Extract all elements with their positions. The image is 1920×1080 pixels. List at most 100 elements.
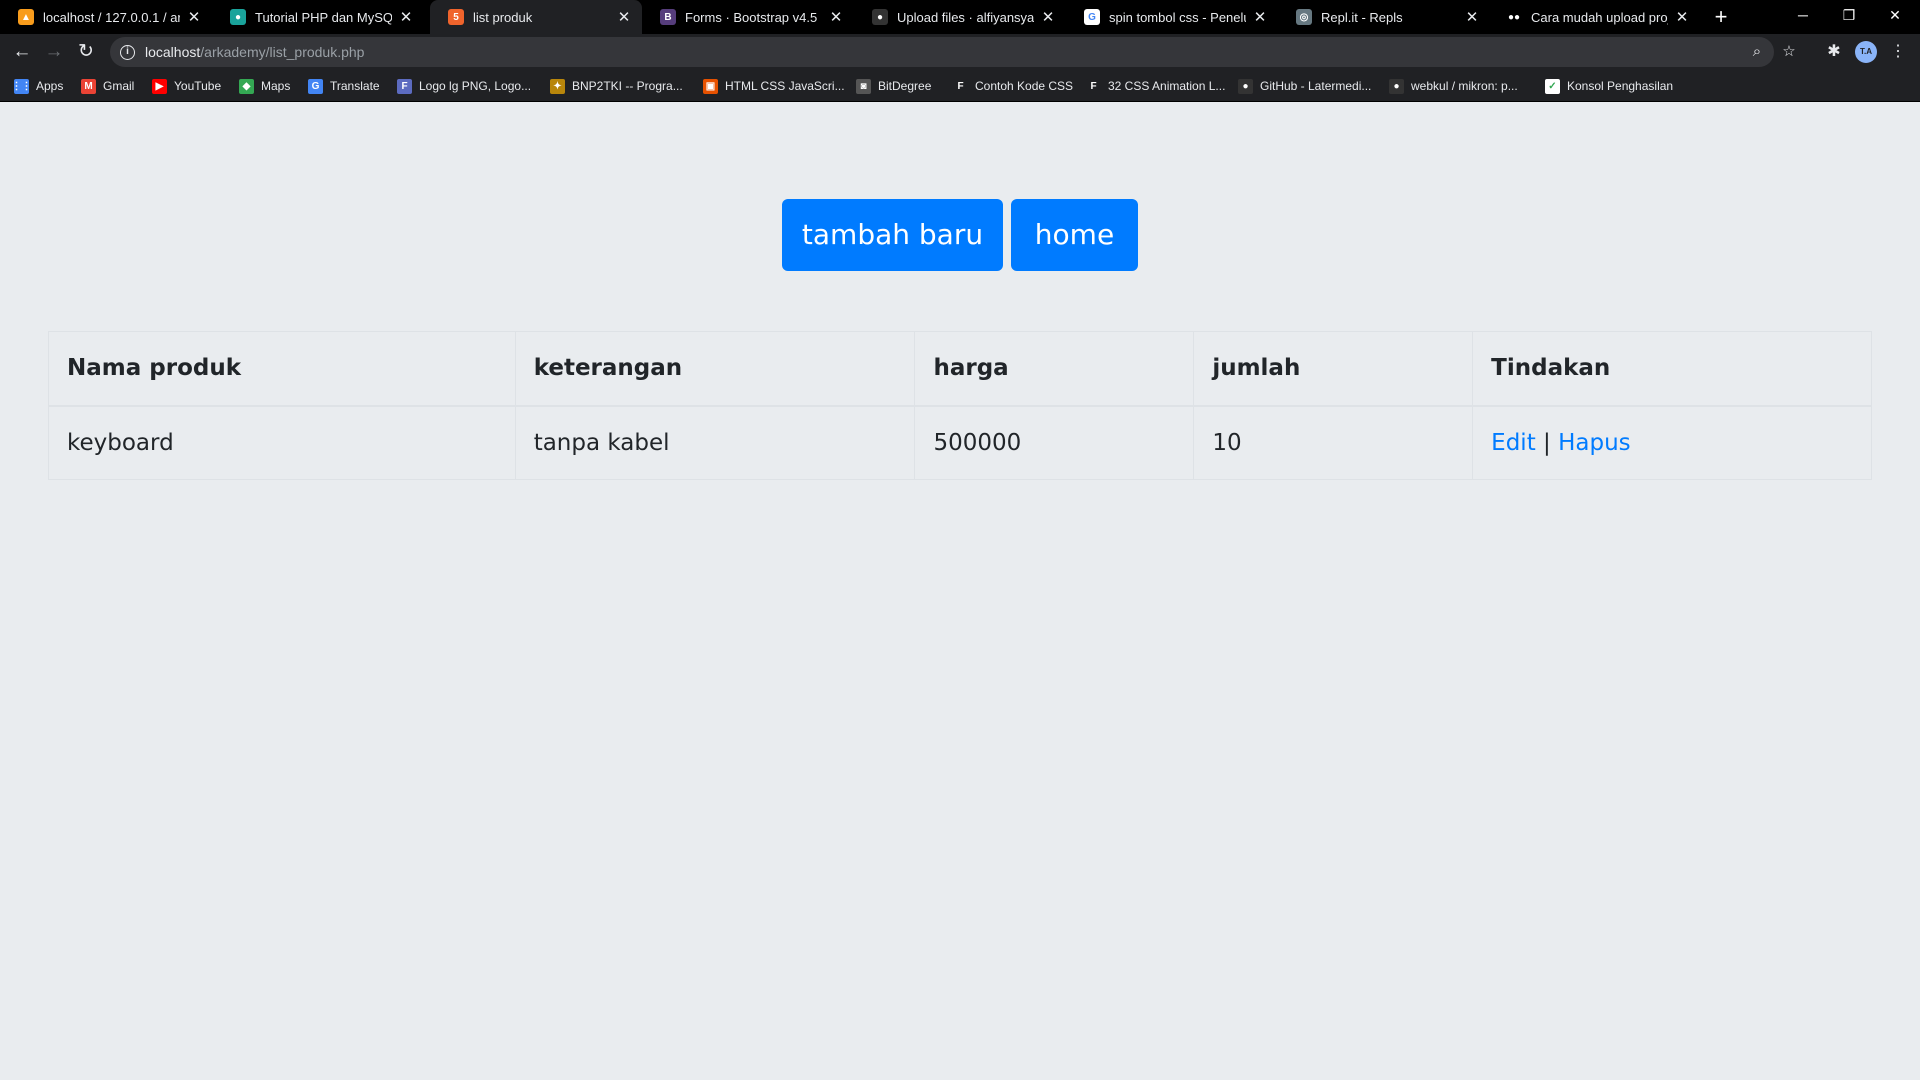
- tab-close-icon[interactable]: ✕: [616, 8, 632, 26]
- bookmark-item[interactable]: ⋮⋮ Apps: [11, 77, 63, 95]
- bookmark-favicon-icon: ●: [1389, 78, 1404, 94]
- restore-button[interactable]: ❐: [1826, 0, 1872, 30]
- header-nama-produk: Nama produk: [48, 331, 516, 407]
- bookmark-favicon-icon: ⋮⋮: [11, 78, 32, 94]
- tab-close-icon[interactable]: ✕: [1674, 8, 1690, 26]
- tab-close-icon[interactable]: ✕: [1040, 8, 1056, 26]
- tab-title: list produk: [473, 9, 533, 25]
- tab-favicon-icon: B: [660, 9, 676, 25]
- tab-title: Forms · Bootstrap v4.5: [685, 9, 818, 25]
- browser-tab[interactable]: ▲ localhost / 127.0.0.1 / arkad ✕: [0, 0, 212, 34]
- tab-favicon-icon: ●: [230, 9, 246, 25]
- add-new-button[interactable]: tambah baru: [782, 199, 1003, 271]
- cell-nama: keyboard: [48, 405, 516, 480]
- tab-title: Upload files · alfiyansyahhh: [897, 9, 1034, 25]
- bookmark-label: 32 CSS Animation L...: [1108, 79, 1226, 93]
- bookmark-label: BitDegree: [878, 79, 932, 93]
- address-bar[interactable]: i localhost/arkademy/list_produk.php ⌕ ☆: [110, 37, 1796, 67]
- bookmark-favicon-icon: F: [1086, 78, 1101, 94]
- extensions-puzzle-icon[interactable]: ✱: [1822, 40, 1846, 64]
- bookmark-favicon-icon: ▣: [703, 78, 718, 94]
- browser-tab[interactable]: ● Tutorial PHP dan MySQL: M ✕: [212, 0, 424, 34]
- edit-link[interactable]: Edit: [1491, 430, 1536, 456]
- bookmark-item[interactable]: ◙ BitDegree: [856, 77, 931, 95]
- bookmark-item[interactable]: ▣ HTML CSS JavaScri...: [703, 77, 845, 95]
- tab-title: Cara mudah upload project: [1531, 9, 1668, 25]
- bookmark-item[interactable]: F 32 CSS Animation L...: [1086, 77, 1225, 95]
- browser-tab[interactable]: ◎ Repl.it - Repls ✕: [1278, 0, 1490, 34]
- browser-tab[interactable]: Gspin tombol css - Penelusur ✕: [1066, 0, 1278, 34]
- tab-close-icon[interactable]: ✕: [398, 8, 414, 26]
- tab-favicon-icon: ●: [872, 9, 888, 25]
- tab-title: Tutorial PHP dan MySQL: M: [255, 9, 392, 25]
- tab-close-icon[interactable]: ✕: [1252, 8, 1268, 26]
- header-tindakan: Tindakan: [1472, 331, 1872, 407]
- bookmark-favicon-icon: G: [308, 78, 323, 94]
- hapus-link[interactable]: Hapus: [1558, 430, 1631, 456]
- cell-jumlah: 10: [1193, 405, 1474, 480]
- bookmark-label: Logo lg PNG, Logo...: [419, 79, 532, 93]
- table-row: keyboard tanpa kabel 500000 10 Edit | Ha…: [48, 405, 1872, 480]
- url-path: /arkademy/list_produk.php: [200, 44, 365, 60]
- tab-strip: + ─ ❐ ✕ ▲localhost / 127.0.0.1 / arkad✕●…: [0, 0, 1920, 34]
- zoom-icon[interactable]: ⌕: [1744, 40, 1770, 64]
- browser-tab[interactable]: B Forms · Bootstrap v4.5 ✕: [642, 0, 854, 34]
- forward-button[interactable]: →: [40, 38, 68, 66]
- browser-tab[interactable]: ●● Cara mudah upload project ✕: [1488, 0, 1700, 34]
- home-button[interactable]: home: [1011, 199, 1138, 271]
- bookmark-favicon-icon: F: [397, 78, 412, 94]
- url-text: localhost/arkademy/list_produk.php: [145, 44, 364, 60]
- bookmarks-bar: ⋮⋮ Apps M Gmail ▶ YouTube ◆ Maps G Translate F Logo…: [0, 70, 1920, 102]
- new-tab-button[interactable]: +: [1708, 4, 1734, 30]
- reload-button[interactable]: ↻: [72, 38, 100, 66]
- tab-close-icon[interactable]: ✕: [1464, 8, 1480, 26]
- url-host: localhost: [145, 44, 201, 60]
- tab-close-icon[interactable]: ✕: [828, 8, 844, 26]
- close-window-button[interactable]: ✕: [1872, 0, 1918, 30]
- bookmark-item[interactable]: ▶ YouTube: [152, 77, 221, 95]
- profile-avatar[interactable]: T.A: [1855, 41, 1877, 63]
- bookmark-label: Gmail: [103, 79, 135, 93]
- bookmark-favicon-icon: ▶: [152, 78, 167, 94]
- browser-tab[interactable]: ● Upload files · alfiyansyahhh ✕: [854, 0, 1066, 34]
- tab-favicon-icon: ▲: [18, 9, 34, 25]
- bookmark-favicon-icon: F: [953, 78, 968, 94]
- back-button[interactable]: ←: [8, 38, 36, 66]
- bookmark-star-icon[interactable]: ☆: [1776, 40, 1802, 64]
- bookmark-label: webkul / mikron: p...: [1411, 79, 1518, 93]
- bookmark-item[interactable]: ✓ Konsol Penghasilan: [1545, 77, 1673, 95]
- browser-tab[interactable]: 5 list produk ✕: [430, 0, 642, 34]
- tab-favicon-icon: 5: [448, 9, 464, 25]
- info-icon[interactable]: i: [120, 44, 135, 60]
- tab-title: localhost / 127.0.0.1 / arkad: [43, 9, 180, 25]
- tab-favicon-icon: G: [1084, 9, 1100, 25]
- bookmark-item[interactable]: M Gmail: [81, 77, 134, 95]
- bookmark-label: Contoh Kode CSS: [975, 79, 1074, 93]
- tab-favicon-icon: ●●: [1506, 9, 1522, 25]
- bookmark-favicon-icon: ◆: [239, 78, 254, 94]
- page-content: tambah baru home Nama produk keterangan …: [0, 102, 1920, 1080]
- bookmark-item[interactable]: ◆ Maps: [239, 77, 290, 95]
- minimize-button[interactable]: ─: [1780, 0, 1826, 30]
- bookmark-item[interactable]: ✦ BNP2TKI -- Progra...: [550, 77, 683, 95]
- tab-close-icon[interactable]: ✕: [186, 8, 202, 26]
- bookmark-item[interactable]: F Contoh Kode CSS: [953, 77, 1073, 95]
- bookmark-label: BNP2TKI -- Progra...: [572, 79, 683, 93]
- bookmark-item[interactable]: ● GitHub - Latermedi...: [1238, 77, 1371, 95]
- header-keterangan: keterangan: [514, 331, 916, 407]
- bookmark-favicon-icon: ✓: [1545, 78, 1560, 94]
- cell-keterangan: tanpa kabel: [514, 405, 916, 480]
- table-header-row: Nama produk keterangan harga jumlah Tind…: [48, 331, 1872, 407]
- bookmark-item[interactable]: F Logo lg PNG, Logo...: [397, 77, 531, 95]
- tab-title: Repl.it - Repls: [1321, 9, 1403, 25]
- bookmark-label: Maps: [261, 79, 291, 93]
- tab-title: spin tombol css - Penelusur: [1109, 9, 1246, 25]
- browser-chrome: + ─ ❐ ✕ ▲localhost / 127.0.0.1 / arkad✕●…: [0, 0, 1920, 102]
- header-jumlah: jumlah: [1193, 331, 1474, 407]
- bookmark-favicon-icon: ◙: [856, 78, 871, 94]
- bookmark-label: YouTube: [174, 79, 222, 93]
- bookmark-item[interactable]: ● webkul / mikron: p...: [1389, 77, 1518, 95]
- product-table: Nama produk keterangan harga jumlah Tind…: [48, 331, 1872, 480]
- menu-kebab-icon[interactable]: ⋮: [1886, 40, 1910, 64]
- bookmark-item[interactable]: G Translate: [308, 77, 380, 95]
